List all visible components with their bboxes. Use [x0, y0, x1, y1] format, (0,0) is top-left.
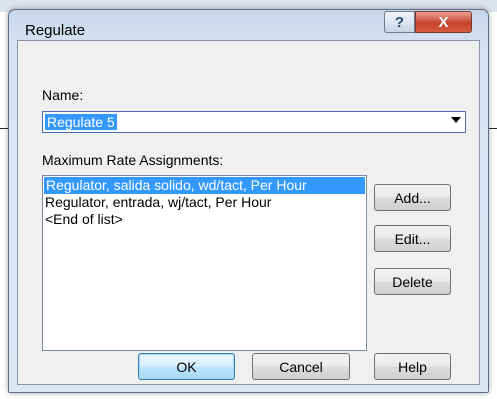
dialog-client-area: Name: Regulate 5 Maximum Rate Assignment…	[17, 40, 480, 385]
cancel-button[interactable]: Cancel	[252, 353, 350, 380]
regulate-dialog: Regulate ? X Name: Regulate 5 Maximum Ra…	[8, 9, 489, 393]
ok-button[interactable]: OK	[138, 353, 235, 380]
name-combobox[interactable]: Regulate 5	[42, 111, 466, 133]
list-item-selected[interactable]: Regulator, salida solido, wd/tact, Per H…	[44, 177, 365, 194]
assignments-listbox[interactable]: Regulator, salida solido, wd/tact, Per H…	[42, 175, 367, 351]
name-value[interactable]: Regulate 5	[45, 114, 117, 130]
add-button[interactable]: Add...	[374, 184, 451, 211]
delete-button[interactable]: Delete	[374, 268, 451, 295]
list-item-end-of-list[interactable]: <End of list>	[43, 211, 366, 228]
edit-button[interactable]: Edit...	[374, 225, 451, 252]
background-line	[489, 128, 497, 129]
name-label: Name:	[42, 87, 84, 103]
assignments-label: Maximum Rate Assignments:	[42, 152, 224, 168]
list-item[interactable]: Regulator, entrada, wj/tact, Per Hour	[43, 194, 366, 211]
window-title: Regulate	[25, 22, 86, 39]
help-button[interactable]: Help	[374, 353, 451, 380]
close-icon[interactable]: X	[415, 11, 472, 33]
help-icon[interactable]: ?	[384, 11, 415, 33]
background-line	[0, 128, 8, 129]
title-bar[interactable]: Regulate ? X	[9, 10, 488, 40]
chevron-down-icon[interactable]	[451, 117, 461, 123]
